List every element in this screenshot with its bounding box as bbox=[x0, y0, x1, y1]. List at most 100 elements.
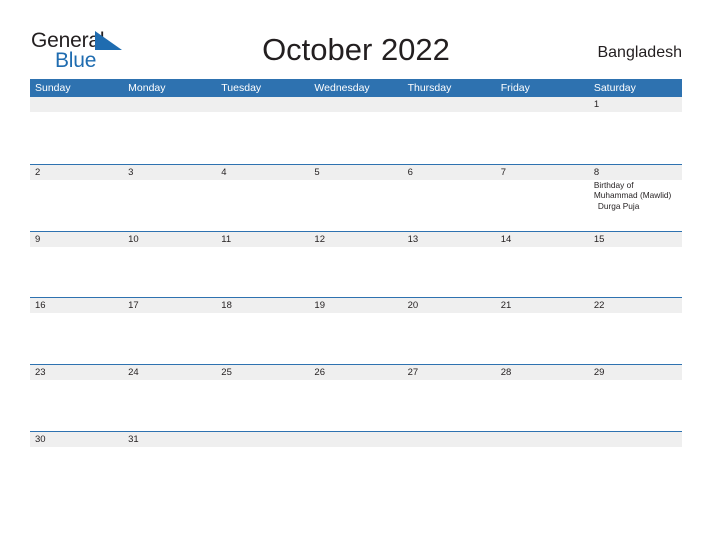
country-label: Bangladesh bbox=[597, 44, 682, 61]
calendar-day-cell-empty bbox=[403, 432, 496, 499]
day-number: 10 bbox=[128, 233, 139, 245]
holiday-event: Birthday of Muhammad (Mawlid) bbox=[593, 179, 672, 201]
calendar-day-cell-13[interactable]: 13 bbox=[403, 232, 496, 299]
week-day-cells: 16 17 18 19 20 21 22 bbox=[30, 298, 682, 365]
day-number: 31 bbox=[128, 433, 139, 445]
calendar-day-cell-6[interactable]: 6 bbox=[403, 165, 496, 232]
calendar-day-cell-22[interactable]: 22 bbox=[589, 298, 682, 365]
weekday-header-friday: Friday bbox=[500, 82, 530, 94]
day-number: 22 bbox=[593, 300, 605, 312]
calendar-day-cell-26[interactable]: 26 bbox=[309, 365, 402, 432]
day-number: 8 bbox=[593, 166, 600, 178]
calendar-week-row: 16 17 18 19 20 21 22 bbox=[30, 297, 682, 365]
calendar-day-cell-8[interactable]: 8 Birthday of Muhammad (Mawlid) Durga Puja bbox=[589, 165, 682, 232]
weekday-header-thursday: Thursday bbox=[407, 82, 452, 94]
calendar-day-cell-4[interactable]: 4 bbox=[216, 165, 309, 232]
calendar-grid: Sunday Monday Tuesday Wednesday Thursday Frid… bbox=[30, 79, 682, 498]
day-number: 6 bbox=[407, 166, 413, 178]
calendar-day-cell-31[interactable]: 31 bbox=[123, 432, 216, 499]
weekday-header-monday: Monday bbox=[128, 82, 166, 94]
day-number: 14 bbox=[500, 233, 512, 245]
calendar-day-cell-empty bbox=[216, 432, 309, 499]
calendar-day-cell-empty bbox=[403, 97, 496, 164]
calendar-day-cell-20[interactable]: 20 bbox=[403, 298, 496, 365]
calendar-day-cell-empty bbox=[123, 97, 216, 164]
calendar-day-cell-23[interactable]: 23 bbox=[30, 365, 123, 432]
day-number: 28 bbox=[500, 367, 512, 379]
day-number: 15 bbox=[593, 233, 605, 245]
calendar-day-cell-empty bbox=[589, 432, 682, 499]
calendar-day-cell-28[interactable]: 28 bbox=[496, 365, 589, 432]
calendar-day-cell-27[interactable]: 27 bbox=[403, 365, 496, 432]
day-number: 12 bbox=[314, 233, 325, 245]
day-events: Birthday of Muhammad (Mawlid) Durga Puja bbox=[594, 180, 682, 212]
calendar-day-cell-15[interactable]: 15 bbox=[589, 232, 682, 299]
calendar-page: General Blue October 2022 Bangladesh Sun… bbox=[0, 0, 712, 550]
calendar-day-cell-2[interactable]: 2 bbox=[30, 165, 123, 232]
calendar-day-cell-empty bbox=[216, 97, 309, 164]
calendar-week-row: 23 24 25 26 27 28 29 bbox=[30, 364, 682, 431]
day-number: 23 bbox=[35, 367, 46, 379]
calendar-day-cell-3[interactable]: 3 bbox=[123, 165, 216, 232]
day-number: 26 bbox=[314, 367, 325, 379]
day-number: 9 bbox=[35, 233, 41, 245]
calendar-day-cell-1[interactable]: 1 bbox=[589, 97, 682, 164]
week-day-cells: 2 3 4 5 6 7 8 Birthday of Muhammad (Mawlid) Durg… bbox=[30, 165, 682, 232]
day-number: 16 bbox=[35, 300, 46, 312]
page-header: General Blue October 2022 Bangladesh bbox=[0, 0, 712, 78]
calendar-day-cell-10[interactable]: 10 bbox=[123, 232, 216, 299]
calendar-week-row: 1 bbox=[30, 97, 682, 164]
calendar-day-cell-empty bbox=[30, 97, 123, 164]
calendar-day-cell-29[interactable]: 29 bbox=[589, 365, 682, 432]
calendar-day-cell-9[interactable]: 9 bbox=[30, 232, 123, 299]
holiday-event: Durga Puja bbox=[597, 200, 640, 211]
weekday-header-tuesday: Tuesday bbox=[221, 82, 262, 94]
calendar-day-cell-16[interactable]: 16 bbox=[30, 298, 123, 365]
day-number: 24 bbox=[128, 367, 139, 379]
day-number: 21 bbox=[500, 300, 512, 312]
day-number: 3 bbox=[128, 166, 134, 178]
day-number: 25 bbox=[221, 367, 232, 379]
calendar-day-cell-18[interactable]: 18 bbox=[216, 298, 309, 365]
calendar-day-cell-7[interactable]: 7 bbox=[496, 165, 589, 232]
calendar-day-cell-empty bbox=[496, 432, 589, 499]
calendar-week-row: 30 31 bbox=[30, 430, 682, 499]
day-number: 11 bbox=[221, 233, 232, 245]
day-number: 20 bbox=[407, 300, 419, 312]
calendar-day-cell-14[interactable]: 14 bbox=[496, 232, 589, 299]
calendar-day-cell-24[interactable]: 24 bbox=[123, 365, 216, 432]
calendar-weeks: 1 2 3 4 5 6 7 8 Birthday of Muhammad (Mawlid) Dur… bbox=[30, 97, 682, 498]
calendar-day-cell-12[interactable]: 12 bbox=[309, 232, 402, 299]
day-number: 29 bbox=[593, 367, 605, 379]
weekday-header-saturday: Saturday bbox=[593, 82, 636, 94]
week-day-cells: 23 24 25 26 27 28 29 bbox=[30, 365, 682, 432]
day-number: 5 bbox=[314, 166, 320, 178]
calendar-day-cell-25[interactable]: 25 bbox=[216, 365, 309, 432]
day-number: 7 bbox=[500, 166, 506, 178]
day-number: 13 bbox=[407, 233, 419, 245]
day-number: 2 bbox=[35, 166, 41, 178]
calendar-day-cell-11[interactable]: 11 bbox=[216, 232, 309, 299]
day-number: 27 bbox=[407, 367, 419, 379]
weekday-header-wednesday: Wednesday bbox=[314, 82, 370, 94]
day-number: 1 bbox=[593, 99, 600, 110]
weekday-header-sunday: Sunday bbox=[35, 82, 71, 94]
day-number: 17 bbox=[128, 300, 139, 312]
calendar-day-cell-5[interactable]: 5 bbox=[309, 165, 402, 232]
calendar-day-cell-30[interactable]: 30 bbox=[30, 432, 123, 499]
calendar-day-cell-19[interactable]: 19 bbox=[309, 298, 402, 365]
day-number: 18 bbox=[221, 300, 232, 312]
calendar-day-cell-21[interactable]: 21 bbox=[496, 298, 589, 365]
week-day-cells: 1 bbox=[30, 97, 682, 164]
calendar-day-cell-empty bbox=[309, 97, 402, 164]
day-number: 30 bbox=[35, 433, 46, 445]
day-number: 19 bbox=[314, 300, 325, 312]
week-day-cells: 30 31 bbox=[30, 432, 682, 499]
weekday-header-row: Sunday Monday Tuesday Wednesday Thursday Frid… bbox=[30, 79, 682, 97]
calendar-day-cell-empty bbox=[309, 432, 402, 499]
calendar-day-cell-17[interactable]: 17 bbox=[123, 298, 216, 365]
calendar-day-cell-empty bbox=[496, 97, 589, 164]
week-day-cells: 9 10 11 12 13 14 15 bbox=[30, 232, 682, 299]
calendar-week-row: 2 3 4 5 6 7 8 Birthday of Muhammad (Mawlid) Durg… bbox=[30, 163, 682, 232]
calendar-week-row: 9 10 11 12 13 14 15 bbox=[30, 230, 682, 299]
